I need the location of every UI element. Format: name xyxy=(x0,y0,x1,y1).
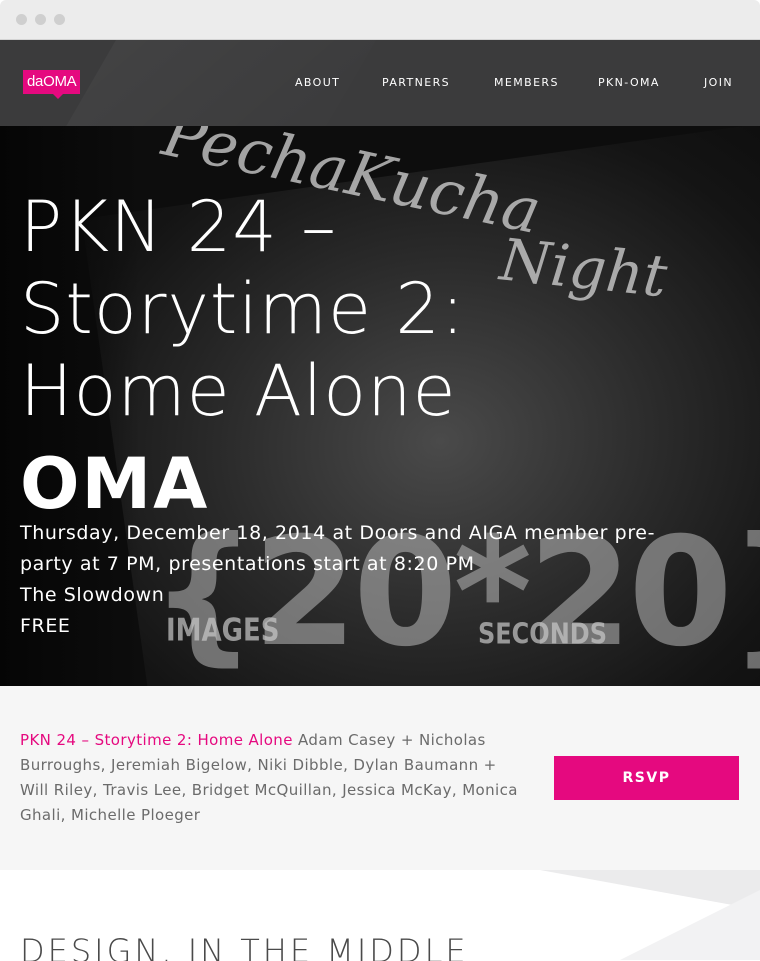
nav-join[interactable]: JOIN xyxy=(704,76,733,89)
window-minimize-dot[interactable] xyxy=(35,14,46,25)
event-title-line-1: PKN 24 – xyxy=(20,186,338,268)
event-title-line-3: Home Alone xyxy=(20,350,457,432)
nav-members[interactable]: MEMBERS xyxy=(494,76,559,89)
about-section: DESIGN, IN THE MIDDLE xyxy=(0,870,760,961)
main-nav: ABOUT PARTNERS MEMBERS PKN-OMA JOIN xyxy=(0,40,760,126)
rsvp-button[interactable]: RSVP xyxy=(554,756,739,800)
hero-section: PechaKucha Night {20*20} IMAGES SECONDS … xyxy=(0,126,760,686)
event-title: PKN 24 – Storytime 2: Home Alone xyxy=(20,186,580,432)
event-details: Thursday, December 18, 2014 at Doors and… xyxy=(20,518,710,642)
event-subtitle: OMA xyxy=(20,443,210,525)
event-date-line-1: Thursday, December 18, 2014 at Doors and… xyxy=(20,522,656,544)
event-name-highlight: PKN 24 – Storytime 2: Home Alone xyxy=(20,731,293,749)
nav-about[interactable]: ABOUT xyxy=(295,76,340,89)
nav-partners[interactable]: PARTNERS xyxy=(382,76,450,89)
browser-chrome xyxy=(0,0,760,40)
event-venue: The Slowdown xyxy=(20,584,165,606)
presenter-list: PKN 24 – Storytime 2: Home Alone Adam Ca… xyxy=(20,728,520,828)
bottom-facet-2 xyxy=(620,890,760,960)
event-info-strip: PKN 24 – Storytime 2: Home Alone Adam Ca… xyxy=(0,686,760,870)
window-close-dot[interactable] xyxy=(16,14,27,25)
event-date-line-2: party at 7 PM, presentations start at 8:… xyxy=(20,553,475,575)
site-header: daOMA ABOUT PARTNERS MEMBERS PKN-OMA JOI… xyxy=(0,40,760,126)
window-maximize-dot[interactable] xyxy=(54,14,65,25)
section-heading: DESIGN, IN THE MIDDLE xyxy=(20,932,469,961)
nav-pkn-oma[interactable]: PKN-OMA xyxy=(598,76,660,89)
event-price: FREE xyxy=(20,615,71,637)
event-title-line-2: Storytime 2: xyxy=(20,268,466,350)
